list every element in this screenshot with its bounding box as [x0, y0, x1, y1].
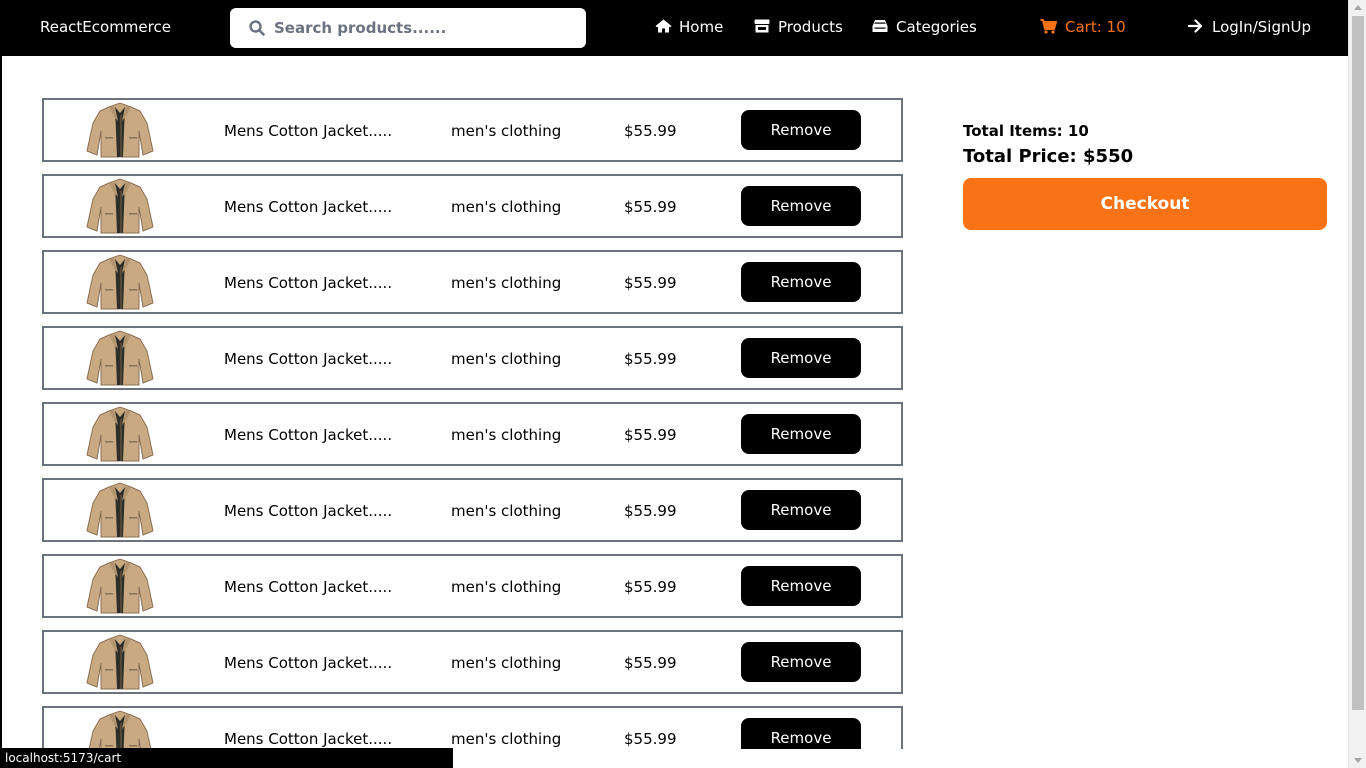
- product-title: Mens Cotton Jacket.....: [224, 122, 393, 140]
- product-category: men's clothing: [451, 578, 562, 596]
- scroll-up-arrow-icon[interactable]: [1354, 5, 1362, 10]
- remove-button[interactable]: Remove: [741, 338, 861, 378]
- cart-item-row: Mens Cotton Jacket..... men's clothing $…: [42, 554, 903, 618]
- product-category: men's clothing: [451, 274, 562, 292]
- product-price: $55.99: [624, 502, 677, 520]
- product-category: men's clothing: [451, 730, 562, 748]
- product-price: $55.99: [624, 198, 677, 216]
- arrow-right-icon: [1188, 19, 1203, 33]
- remove-button[interactable]: Remove: [741, 414, 861, 454]
- search-icon: [249, 20, 265, 36]
- product-category: men's clothing: [451, 502, 562, 520]
- product-price: $55.99: [624, 578, 677, 596]
- product-image: [86, 482, 154, 538]
- inbox-icon: [872, 20, 888, 32]
- search-box: [230, 8, 586, 48]
- checkout-button[interactable]: Checkout: [963, 178, 1327, 230]
- product-image: [86, 406, 154, 462]
- cart-item-row: Mens Cotton Jacket..... men's clothing $…: [42, 326, 903, 390]
- home-icon: [655, 19, 672, 33]
- remove-button[interactable]: Remove: [741, 186, 861, 226]
- product-title: Mens Cotton Jacket.....: [224, 274, 393, 292]
- brand-logo[interactable]: ReactEcommerce: [40, 18, 171, 36]
- product-category: men's clothing: [451, 426, 562, 444]
- product-title: Mens Cotton Jacket.....: [224, 502, 393, 520]
- navbar: ReactEcommerce Home Products Categories: [0, 0, 1348, 56]
- page-left-edge: [0, 56, 2, 768]
- nav-login-label: LogIn/SignUp: [1212, 18, 1311, 36]
- product-title: Mens Cotton Jacket.....: [224, 654, 393, 672]
- total-items: Total Items: 10: [963, 122, 1089, 140]
- product-price: $55.99: [624, 730, 677, 748]
- product-image: [88, 710, 152, 749]
- remove-button[interactable]: Remove: [741, 718, 861, 749]
- cart-item-row: Mens Cotton Jacket..... men's clothing $…: [42, 706, 903, 749]
- total-price: Total Price: $550: [963, 146, 1134, 167]
- product-price: $55.99: [624, 654, 677, 672]
- shopping-cart-icon: [1040, 19, 1057, 34]
- remove-button[interactable]: Remove: [741, 110, 861, 150]
- nav-products-label: Products: [778, 18, 843, 36]
- cart-item-row: Mens Cotton Jacket..... men's clothing $…: [42, 402, 903, 466]
- scroll-down-arrow-icon[interactable]: [1354, 758, 1362, 763]
- product-image: [86, 102, 154, 158]
- nav-home-label: Home: [679, 18, 724, 36]
- status-bar-url: localhost:5173/cart: [0, 748, 453, 768]
- product-title: Mens Cotton Jacket.....: [224, 730, 393, 748]
- cart-item-row: Mens Cotton Jacket..... men's clothing $…: [42, 250, 903, 314]
- product-image: [86, 178, 154, 234]
- cart-item-row: Mens Cotton Jacket..... men's clothing $…: [42, 98, 903, 162]
- nav-cart-label: Cart: 10: [1065, 18, 1126, 36]
- store-icon: [754, 19, 770, 33]
- vertical-scrollbar[interactable]: [1348, 0, 1366, 768]
- product-price: $55.99: [624, 426, 677, 444]
- product-title: Mens Cotton Jacket.....: [224, 578, 393, 596]
- search-input[interactable]: [274, 17, 574, 39]
- remove-button[interactable]: Remove: [741, 642, 861, 682]
- product-category: men's clothing: [451, 350, 562, 368]
- product-title: Mens Cotton Jacket.....: [224, 350, 393, 368]
- product-image: [86, 330, 154, 386]
- product-price: $55.99: [624, 122, 677, 140]
- cart-item-row: Mens Cotton Jacket..... men's clothing $…: [42, 478, 903, 542]
- product-price: $55.99: [624, 274, 677, 292]
- product-category: men's clothing: [451, 122, 562, 140]
- remove-button[interactable]: Remove: [741, 566, 861, 606]
- product-title: Mens Cotton Jacket.....: [224, 426, 393, 444]
- cart-list: Mens Cotton Jacket..... men's clothing $…: [42, 98, 903, 749]
- product-category: men's clothing: [451, 198, 562, 216]
- product-image: [86, 558, 154, 614]
- product-image: [86, 634, 154, 690]
- remove-button[interactable]: Remove: [741, 490, 861, 530]
- scrollbar-thumb[interactable]: [1352, 16, 1364, 710]
- remove-button[interactable]: Remove: [741, 262, 861, 302]
- cart-item-row: Mens Cotton Jacket..... men's clothing $…: [42, 630, 903, 694]
- product-price: $55.99: [624, 350, 677, 368]
- nav-categories-label: Categories: [896, 18, 977, 36]
- product-category: men's clothing: [451, 654, 562, 672]
- product-image: [86, 254, 154, 310]
- cart-item-row: Mens Cotton Jacket..... men's clothing $…: [42, 174, 903, 238]
- product-title: Mens Cotton Jacket.....: [224, 198, 393, 216]
